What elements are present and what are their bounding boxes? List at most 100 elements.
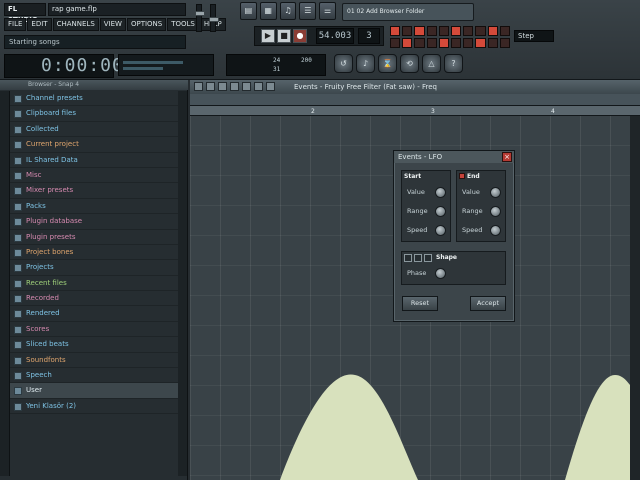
option-led[interactable] xyxy=(499,26,510,36)
browser-folder[interactable]: Plugin database xyxy=(10,214,186,230)
playlist-button[interactable]: ▤ xyxy=(240,2,257,20)
browser-folder[interactable]: IL Shared Data xyxy=(10,153,186,168)
option-led[interactable] xyxy=(499,38,510,48)
browser-folder[interactable]: Speech xyxy=(10,368,186,384)
option-led[interactable] xyxy=(414,26,425,36)
option-led[interactable] xyxy=(450,26,462,36)
knob-icon[interactable] xyxy=(435,268,446,279)
select-icon[interactable] xyxy=(242,82,251,91)
browser-folder[interactable]: Soundfonts xyxy=(10,353,186,369)
pencil-icon[interactable] xyxy=(206,82,215,91)
option-led[interactable] xyxy=(426,38,437,48)
option-led[interactable] xyxy=(414,38,425,48)
master-pitch-slider[interactable] xyxy=(209,4,219,32)
knob-icon[interactable] xyxy=(490,225,501,236)
option-led[interactable] xyxy=(426,26,437,36)
piano-roll-button[interactable]: ♫ xyxy=(279,2,297,20)
wait-icon[interactable]: ⌛ xyxy=(378,54,397,73)
browser-folder[interactable]: Current project xyxy=(10,137,186,153)
browser-folder[interactable]: Scores xyxy=(10,322,186,338)
knob-icon[interactable] xyxy=(435,225,446,236)
option-led[interactable] xyxy=(390,38,401,48)
menu-file[interactable]: FILE xyxy=(4,18,27,31)
record-button[interactable]: ● xyxy=(293,29,307,43)
option-led[interactable] xyxy=(475,38,486,48)
browser-folder[interactable]: Rendered xyxy=(10,306,186,322)
master-volume-slider[interactable] xyxy=(195,4,205,32)
option-led[interactable] xyxy=(487,38,498,48)
knob-icon[interactable] xyxy=(490,206,501,217)
play-button[interactable]: ▶ xyxy=(261,29,275,43)
end-enable-checkbox[interactable] xyxy=(459,173,465,179)
tempo-icon[interactable]: ♪ xyxy=(356,54,375,73)
zoom-icon[interactable] xyxy=(254,82,263,91)
end-value-knob[interactable]: Value xyxy=(460,187,504,199)
step-sequencer-button[interactable]: ▦ xyxy=(259,2,277,20)
menu-edit[interactable]: EDIT xyxy=(27,18,52,31)
option-led[interactable] xyxy=(450,38,462,48)
loop-icon[interactable]: ⟲ xyxy=(400,54,419,73)
shape-sine-icon[interactable] xyxy=(404,254,412,262)
metronome-icon[interactable]: △ xyxy=(422,54,441,73)
browser-folder[interactable]: Recorded xyxy=(10,291,186,307)
option-led[interactable] xyxy=(463,26,474,36)
play-icon[interactable] xyxy=(266,82,275,91)
undo-icon[interactable]: ↺ xyxy=(334,54,353,73)
option-led[interactable] xyxy=(402,26,413,36)
shape-triangle-icon[interactable] xyxy=(414,254,422,262)
pattern-selector[interactable]: 3 xyxy=(358,28,380,44)
end-range-knob[interactable]: Range xyxy=(460,206,504,218)
brush-icon[interactable] xyxy=(218,82,227,91)
accept-button[interactable]: Accept xyxy=(470,296,506,311)
help-icon[interactable]: ? xyxy=(444,54,463,73)
close-icon[interactable]: × xyxy=(502,152,512,162)
option-led[interactable] xyxy=(463,38,474,48)
start-speed-knob[interactable]: Speed xyxy=(405,225,449,237)
menu-tools[interactable]: TOOLS xyxy=(167,18,199,31)
browser-folder-list: Channel presets Clipboard files Collected C… xyxy=(10,91,186,415)
menu-options[interactable]: OPTIONS xyxy=(126,18,167,31)
editor-ruler[interactable] xyxy=(190,94,640,106)
snap-selector[interactable]: Step xyxy=(514,30,554,42)
browser-folder[interactable]: User xyxy=(10,383,186,399)
browser-folder[interactable]: Recent files xyxy=(10,276,186,292)
menu-channels[interactable]: CHANNELS xyxy=(52,18,99,31)
delete-icon[interactable] xyxy=(230,82,239,91)
phase-knob[interactable]: Phase xyxy=(405,268,449,280)
browser-scrollbar[interactable] xyxy=(178,91,187,476)
tempo-display[interactable]: 54.003 xyxy=(316,28,354,44)
browser-folder[interactable]: Plugin presets xyxy=(10,230,186,245)
knob-icon[interactable] xyxy=(435,206,446,217)
browser-folder[interactable]: Clipboard files xyxy=(10,106,186,122)
browser-folder[interactable]: Packs xyxy=(10,199,186,215)
menu-arrow-icon[interactable] xyxy=(194,82,203,91)
browser-folder[interactable]: Project bones xyxy=(10,245,186,261)
option-led[interactable] xyxy=(402,38,413,48)
browser-folder[interactable]: Mixer presets xyxy=(10,183,186,199)
option-led[interactable] xyxy=(438,26,449,36)
option-led[interactable] xyxy=(390,26,401,36)
browser-folder[interactable]: Misc xyxy=(10,168,186,184)
menu-view[interactable]: VIEW xyxy=(99,18,126,31)
option-led[interactable] xyxy=(475,26,486,36)
option-led[interactable] xyxy=(487,26,498,36)
end-speed-knob[interactable]: Speed xyxy=(460,225,504,237)
browser-folder[interactable]: Projects xyxy=(10,260,186,276)
knob-icon[interactable] xyxy=(490,187,501,198)
reset-button[interactable]: Reset xyxy=(402,296,438,311)
stop-button[interactable]: ■ xyxy=(277,29,291,43)
start-range-knob[interactable]: Range xyxy=(405,206,449,218)
mixer-button[interactable]: ⚌ xyxy=(319,2,336,20)
browser-folder[interactable]: Collected xyxy=(10,122,186,138)
browser-folder[interactable]: Yeni Klasör (2) xyxy=(10,399,186,415)
browser-folder[interactable]: Sliced beats xyxy=(10,337,186,353)
shape-square-icon[interactable] xyxy=(424,254,432,262)
fl-studio-window: FL STUDIO rap game.flp FILE EDIT CHANNEL… xyxy=(0,0,640,480)
browser-button[interactable]: ☰ xyxy=(299,2,317,20)
option-led[interactable] xyxy=(438,38,449,48)
start-value-knob[interactable]: Value xyxy=(405,187,449,199)
editor-timeline[interactable] xyxy=(190,106,640,116)
knob-icon[interactable] xyxy=(435,187,446,198)
browser-folder[interactable]: Channel presets xyxy=(10,91,186,107)
editor-scrollbar[interactable] xyxy=(630,116,640,480)
